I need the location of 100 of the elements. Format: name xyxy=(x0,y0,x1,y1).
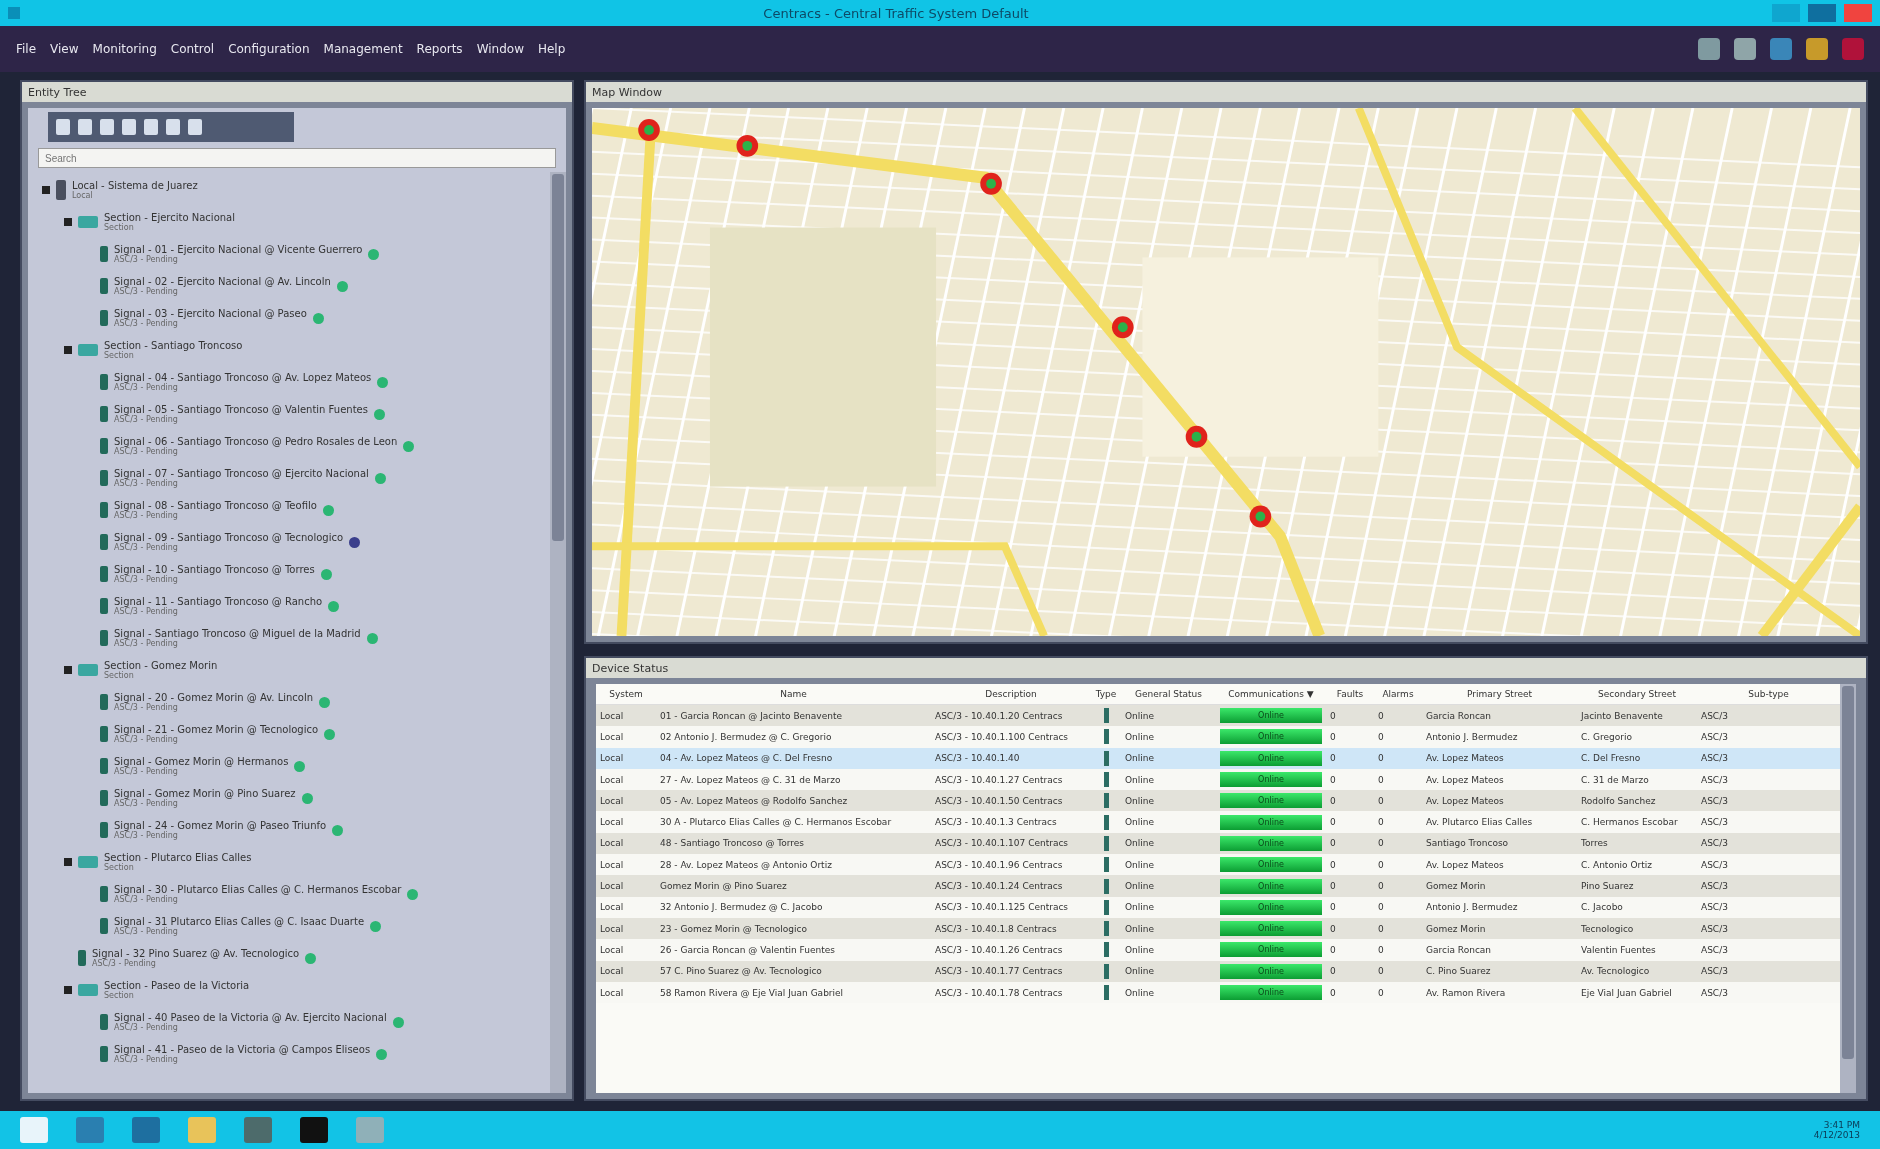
tool-icon[interactable] xyxy=(100,119,114,135)
comm-status-bar: Online xyxy=(1220,793,1322,809)
toolbar-icon[interactable] xyxy=(1770,38,1792,60)
menu-item[interactable]: Window xyxy=(476,42,524,56)
panel-title: Device Status xyxy=(586,658,1866,678)
taskbar-icon[interactable] xyxy=(356,1117,384,1143)
tree-item-label[interactable]: Section - Plutarco Elias Calles xyxy=(104,852,252,863)
toolbar-icon[interactable] xyxy=(1842,38,1864,60)
expand-toggle[interactable] xyxy=(42,186,50,194)
tree-item-label[interactable]: Signal - 31 Plutarco Elias Calles @ C. Isaac Duarte xyxy=(114,916,365,927)
expand-toggle[interactable] xyxy=(64,218,72,226)
menu-item[interactable]: Control xyxy=(170,42,215,56)
signal-icon xyxy=(1103,878,1109,894)
signal-marker-icon[interactable] xyxy=(1112,316,1134,339)
tree-item-label[interactable]: Signal - 10 - Santiago Troncoso @ Torres xyxy=(114,564,315,575)
tool-icon[interactable] xyxy=(144,119,158,135)
signal-icon xyxy=(100,470,108,486)
tree-item-subtitle: ASC/3 - Pending xyxy=(114,799,179,808)
tree-item-subtitle: ASC/3 - Pending xyxy=(114,543,179,552)
tree-item-label[interactable]: Signal - 40 Paseo de la Victoria @ Av. Ejercito Nacional xyxy=(114,1012,387,1023)
tree-item-label[interactable]: Signal - 06 - Santiago Troncoso @ Pedro Rosales de Leon xyxy=(114,436,398,447)
folder-icon[interactable] xyxy=(188,1117,216,1143)
minimize-button[interactable] xyxy=(1772,4,1800,22)
tree-item-label[interactable]: Signal - Gomez Morin @ Pino Suarez xyxy=(114,788,296,799)
toolbar-icon[interactable] xyxy=(1734,38,1756,60)
tree-item-subtitle: ASC/3 - Pending xyxy=(114,895,179,904)
tree-item-subtitle: Section xyxy=(104,863,135,872)
tree-item-label[interactable]: Signal - 24 - Gomez Morin @ Paseo Triunfo xyxy=(114,820,327,831)
tree-item-label[interactable]: Signal - 20 - Gomez Morin @ Av. Lincoln xyxy=(114,692,314,703)
table-cell: Local xyxy=(596,705,656,727)
comm-status-bar: Online xyxy=(1220,942,1322,958)
comm-status-bar: Online xyxy=(1220,899,1322,915)
tree-item-label[interactable]: Signal - 30 - Plutarco Elias Calles @ C. Hermanos Escobar xyxy=(114,884,402,895)
maximize-button[interactable] xyxy=(1808,4,1836,22)
signal-marker-icon[interactable] xyxy=(1249,505,1272,528)
tree-item-label[interactable]: Signal - 03 - Ejercito Nacional @ Paseo xyxy=(114,308,307,319)
taskbar-icon[interactable] xyxy=(244,1117,272,1143)
tool-icon[interactable] xyxy=(122,119,136,135)
table-cell: Online xyxy=(1121,960,1216,982)
menu-item[interactable]: File xyxy=(16,42,37,56)
table-cell: 05 - Av. Lopez Mateos @ Rodolfo Sanchez xyxy=(656,790,931,812)
tree-item-subtitle: ASC/3 - Pending xyxy=(114,831,179,840)
signal-marker-icon[interactable] xyxy=(638,118,660,141)
tree-item-label[interactable]: Signal - Gomez Morin @ Hermanos xyxy=(114,756,289,767)
tree-item-label[interactable]: Signal - 09 - Santiago Troncoso @ Tecnologico xyxy=(114,532,344,543)
toolbar-icon[interactable] xyxy=(1806,38,1828,60)
signal-marker-icon[interactable] xyxy=(1185,425,1208,448)
tree-item-label[interactable]: Signal - 01 - Ejercito Nacional @ Vicente Guerrero xyxy=(114,244,363,255)
table-cell: Local xyxy=(596,832,656,855)
tree-item-label[interactable]: Signal - 41 - Paseo de la Victoria @ Campos Eliseos xyxy=(114,1044,371,1055)
expand-toggle[interactable] xyxy=(64,346,72,354)
signal-icon xyxy=(1103,899,1109,915)
tree-item-label[interactable]: Signal - 02 - Ejercito Nacional @ Av. Lincoln xyxy=(114,276,331,287)
tree-item-label[interactable]: Signal - 08 - Santiago Troncoso @ Teofilo xyxy=(114,500,317,511)
search-field[interactable]: Search xyxy=(38,148,556,168)
tree-item-label[interactable]: Signal - 05 - Santiago Troncoso @ Valentin Fuentes xyxy=(114,404,368,415)
expand-toggle[interactable] xyxy=(64,858,72,866)
tree-item-subtitle: ASC/3 - Pending xyxy=(114,703,179,712)
tree-item-label[interactable]: Signal - 04 - Santiago Troncoso @ Av. Lopez Mateos xyxy=(114,372,372,383)
tree-item-label[interactable]: Signal - 21 - Gomez Morin @ Tecnologico xyxy=(114,724,319,735)
toolbar-icon[interactable] xyxy=(1698,38,1720,60)
close-button[interactable] xyxy=(1844,4,1872,22)
menu-item[interactable]: Management xyxy=(323,42,403,56)
tree-item-label[interactable]: Section - Santiago Troncoso xyxy=(104,340,243,351)
menu-item[interactable]: View xyxy=(50,42,79,56)
tool-icon[interactable] xyxy=(188,119,202,135)
tool-icon[interactable] xyxy=(78,119,92,135)
taskbar-icon[interactable] xyxy=(132,1117,160,1143)
tree-item-label[interactable]: Section - Ejercito Nacional xyxy=(104,212,235,223)
table-cell: 0 xyxy=(1326,960,1374,982)
taskbar-icon[interactable] xyxy=(76,1117,104,1143)
table-cell: 0 xyxy=(1374,875,1422,897)
tree-item-label[interactable]: Signal - 32 Pino Suarez @ Av. Tecnologico xyxy=(92,948,300,959)
table-cell: Tecnologico xyxy=(1577,917,1697,940)
scrollbar[interactable] xyxy=(550,172,566,1093)
signal-marker-icon[interactable] xyxy=(736,134,759,157)
scrollbar[interactable] xyxy=(1840,684,1856,1093)
menu-item[interactable]: Reports xyxy=(416,42,463,56)
tree-item-label[interactable]: Local - Sistema de Juarez xyxy=(72,180,198,191)
signal-marker-icon[interactable] xyxy=(980,172,1002,195)
terminal-icon[interactable] xyxy=(300,1117,328,1143)
expand-toggle[interactable] xyxy=(64,666,72,674)
signal-icon xyxy=(1103,772,1109,788)
table-cell: Gomez Morin xyxy=(1422,875,1577,897)
table-cell: Local xyxy=(596,790,656,812)
tree-item-label[interactable]: Signal - Santiago Troncoso @ Miguel de la Madrid xyxy=(114,628,361,639)
signal-icon xyxy=(100,726,108,742)
comm-status-bar: Online xyxy=(1220,729,1322,745)
start-icon[interactable] xyxy=(20,1117,48,1143)
tool-icon[interactable] xyxy=(56,119,70,135)
menu-item[interactable]: Monitoring xyxy=(92,42,157,56)
tool-icon[interactable] xyxy=(166,119,180,135)
tree-item-label[interactable]: Section - Paseo de la Victoria xyxy=(104,980,250,991)
menu-item[interactable]: Help xyxy=(537,42,566,56)
tree-item-label[interactable]: Signal - 11 - Santiago Troncoso @ Rancho xyxy=(114,596,323,607)
tree-item-subtitle: ASC/3 - Pending xyxy=(92,959,157,968)
tree-item-label[interactable]: Section - Gomez Morin xyxy=(104,660,218,671)
expand-toggle[interactable] xyxy=(64,986,72,994)
menu-item[interactable]: Configuration xyxy=(228,42,310,56)
tree-item-label[interactable]: Signal - 07 - Santiago Troncoso @ Ejercito Nacional xyxy=(114,468,369,479)
